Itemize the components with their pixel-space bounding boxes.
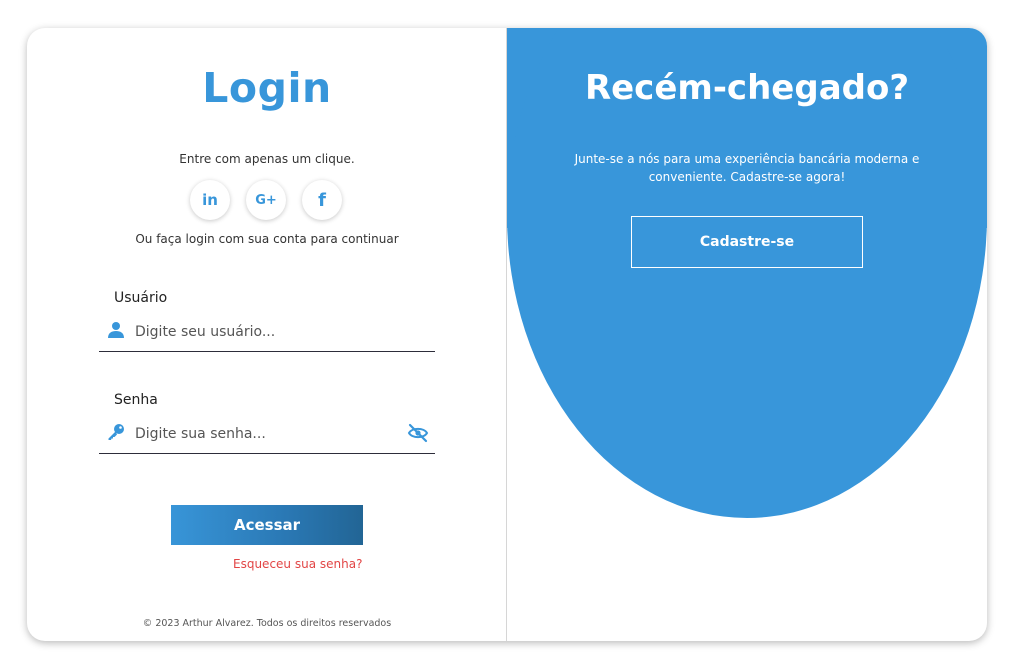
linkedin-button[interactable]: in [190, 180, 230, 220]
alt-login-text: Ou faça login com sua conta para continu… [135, 232, 399, 246]
password-input[interactable] [133, 420, 397, 448]
signup-title: Recém-chegado? [584, 68, 910, 108]
signup-description: Junte-se a nós para uma experiência banc… [574, 152, 920, 184]
eye-slash-icon[interactable] [407, 423, 429, 443]
auth-card: Recém-chegado? Junte-se a nós para uma e… [27, 28, 987, 641]
social-login-buttons: in G+ f [190, 180, 342, 220]
password-label: Senha [114, 392, 158, 408]
key-icon [108, 424, 124, 440]
password-field [99, 417, 435, 454]
username-field [99, 315, 435, 352]
user-icon [108, 322, 124, 338]
one-click-text: Entre com apenas um clique. [179, 152, 355, 166]
login-panel: Login Entre com apenas um clique. in G+ … [27, 28, 507, 641]
google-plus-button[interactable]: G+ [246, 180, 286, 220]
copyright-footer: © 2023 Arthur Alvarez. Todos os direitos… [142, 618, 392, 629]
signup-button[interactable]: Cadastre-se [631, 216, 863, 268]
facebook-icon: f [318, 189, 326, 211]
login-title: Login [202, 64, 332, 112]
panel-divider [506, 28, 507, 641]
google-plus-icon: G+ [255, 192, 277, 208]
login-submit-button[interactable]: Acessar [171, 505, 363, 545]
linkedin-icon: in [202, 191, 218, 209]
username-label: Usuário [114, 290, 168, 306]
facebook-button[interactable]: f [302, 180, 342, 220]
username-input[interactable] [133, 318, 397, 346]
forgot-password-link[interactable]: Esqueceu sua senha? [233, 557, 362, 571]
